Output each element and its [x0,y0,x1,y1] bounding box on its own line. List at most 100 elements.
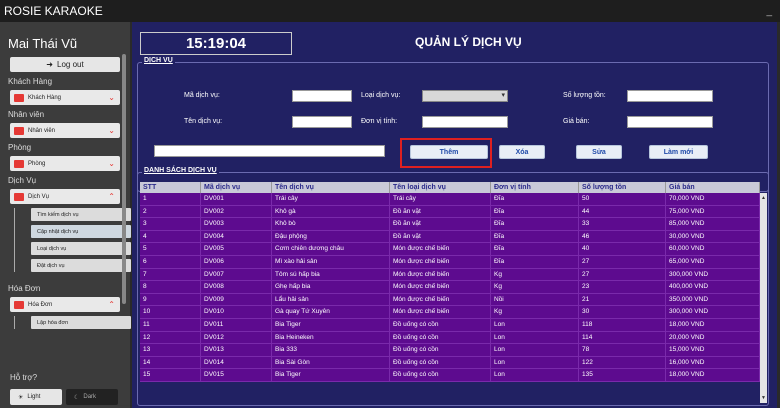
minimize-button[interactable]: _ [766,6,772,17]
table-cell: 6 [140,255,201,268]
table-cell: DV003 [201,218,272,230]
table-cell: Khô bò [272,218,390,230]
table-row[interactable]: 7 DV007 Tôm sú hấp bia Món được chế biến Kg 2… [140,268,760,282]
table-cell: 1 [140,193,201,205]
service-icon [14,192,24,201]
nav-nhanvien[interactable]: Nhân viên ⌄ [10,123,120,138]
table-cell: Đồ uống có cồn [390,356,491,369]
employee-icon [14,126,24,135]
reset-button[interactable]: Làm mới [649,145,708,159]
table-cell: DV001 [201,193,272,205]
table-cell: 50 [579,193,666,205]
table-cell: Gà quay Tứ Xuyên [272,306,390,318]
table-cell: 16,000 VND [666,356,760,369]
scroll-up-icon[interactable]: ▲ [761,195,766,201]
table-row[interactable]: 10 DV010 Gà quay Tứ Xuyên Món được chế biến… [140,306,760,319]
chevron-down-icon: ▾ [501,92,505,99]
table-scrollbar[interactable]: ▲ ▼ [760,193,767,403]
logout-label: Log out [57,60,84,69]
sub-cap-nhat-dich-vu[interactable]: Cập nhật dịch vụ [31,225,131,238]
nav-label: Phòng [28,160,46,167]
table-row[interactable]: 1 DV001 Trái cây Trái cây Đĩa 50 70,000 VND [140,193,760,206]
search-input[interactable] [154,145,385,157]
sub-dat-dich-vu[interactable]: Đặt dịch vụ [31,259,131,272]
column-header[interactable]: Giá bán [666,182,760,193]
nav-hoadon[interactable]: Hóa Đơn ⌃ [10,297,120,312]
table-cell: Lon [491,318,579,331]
main-panel: 15:19:04 QUẢN LÝ DỊCH VỤ DỊCH VỤ Mã dịch… [132,22,777,408]
table-cell: Đồ ăn vặt [390,218,491,230]
don-vi-tinh-input[interactable] [422,116,508,128]
table-cell: Cơm chiên dương châu [272,243,390,255]
table-cell: 33 [579,218,666,230]
table-cell: Lon [491,356,579,369]
sidebar: Mai Thái Vũ ➜ Log out Khách Hàng Khách Hà… [0,22,131,408]
table-row[interactable]: 3 DV003 Khô bò Đồ ăn vặt Đĩa 33 85,000 VND [140,218,760,231]
table-cell: DV002 [201,205,272,218]
column-header[interactable]: Tên dịch vụ [272,182,390,193]
table-cell: Tôm sú hấp bia [272,268,390,281]
table-cell: Đồ ăn vặt [390,205,491,218]
light-theme-button[interactable]: ☀ Light [10,389,62,405]
table-cell: Đồ ăn vặt [390,230,491,243]
sub-loai-dich-vu[interactable]: Loại dịch vụ [31,242,131,255]
window-controls: _ [766,6,772,17]
table-row[interactable]: 8 DV008 Ghẹ hấp bia Món được chế biến Kg 23 40… [140,281,760,294]
gia-ban-input[interactable] [627,116,713,128]
table-row[interactable]: 9 DV009 Lẩu hải sản Món được chế biến Nồi 21 3… [140,293,760,307]
table-row[interactable]: 14 DV014 Bia Sài Gòn Đồ uống có cồn Lon 122 16… [140,356,760,370]
edit-button[interactable]: Sửa [576,145,622,159]
don-vi-tinh-label: Đơn vị tính: [361,118,398,125]
help-label: Hỗ trợ? [10,373,38,382]
nav-phong[interactable]: Phòng ⌄ [10,156,120,171]
so-luong-ton-input[interactable] [627,90,713,102]
column-header[interactable]: Mã dịch vụ [201,182,272,193]
table-cell: Đĩa [491,255,579,268]
table-cell: 3 [140,218,201,230]
nav-khachhang[interactable]: Khách Hàng ⌄ [10,90,120,105]
table-row[interactable]: 12 DV012 Bia Heineken Đồ uống có cồn Lon 114 2… [140,331,760,345]
table-row[interactable]: 6 DV006 Mì xào hải sản Món được chế biến Đĩa… [140,255,760,269]
delete-button[interactable]: Xóa [499,145,545,159]
ma-dich-vu-label: Mã dịch vụ: [184,92,220,99]
ma-dich-vu-input[interactable] [292,90,352,102]
sidebar-scrollbar[interactable] [122,54,126,304]
chevron-up-icon: ⌃ [108,300,115,309]
table-cell: Lon [491,344,579,356]
column-header[interactable]: Đơn vị tính [491,182,579,193]
table-cell: Ghẹ hấp bia [272,281,390,293]
table-cell: 23 [579,281,666,293]
table-cell: Trái cây [390,193,491,205]
table-cell: 10 [140,306,201,318]
nav-dichvu[interactable]: Dịch Vụ ⌃ [10,189,120,204]
table-row[interactable]: 11 DV011 Bia Tiger Đồ uống có cồn Lon 118 18,0… [140,318,760,332]
column-header[interactable]: STT [140,182,201,193]
ten-dich-vu-input[interactable] [292,116,352,128]
table-cell: 70,000 VND [666,193,760,205]
sub-lap-hoa-don[interactable]: Lập hóa đơn [31,316,131,329]
table-row[interactable]: 4 DV004 Đậu phộng Đồ ăn vặt Đĩa 46 30,000 VND [140,230,760,244]
table-row[interactable]: 13 DV013 Bia 333 Đồ uống có cồn Lon 78 15,000 … [140,344,760,357]
table-row[interactable]: 5 DV005 Cơm chiên dương châu Món được chế b… [140,243,760,256]
loai-dich-vu-select[interactable]: ▾ [422,90,508,102]
table-cell: 78 [579,344,666,356]
sub-tim-kiem-dich-vu[interactable]: Tìm kiếm dịch vụ [31,208,131,221]
table-cell: Món được chế biến [390,243,491,255]
section-title-nhanvien: Nhân viên [8,110,45,119]
table-cell: DV013 [201,344,272,356]
column-header[interactable]: Tên loại dịch vụ [390,182,491,193]
table-cell: DV006 [201,255,272,268]
moon-icon: ☾ [74,394,80,401]
table-row[interactable]: 2 DV002 Khô gà Đồ ăn vặt Đĩa 44 75,000 VND [140,205,760,219]
dark-theme-button[interactable]: ☾ Dark [66,389,118,405]
table-cell: DV007 [201,268,272,281]
table-row[interactable]: 15 DV015 Bia Tiger Đồ uống có cồn Lon 135 18,0… [140,369,760,382]
scroll-down-icon[interactable]: ▼ [761,395,766,401]
table-cell: Lon [491,369,579,381]
table-cell: 7 [140,268,201,281]
table-cell: Bia Tiger [272,369,390,381]
invoice-icon [14,300,24,309]
title-bar: ROSIE KARAOKE _ [0,0,780,22]
logout-button[interactable]: ➜ Log out [10,57,120,72]
column-header[interactable]: Số lượng tồn [579,182,666,193]
